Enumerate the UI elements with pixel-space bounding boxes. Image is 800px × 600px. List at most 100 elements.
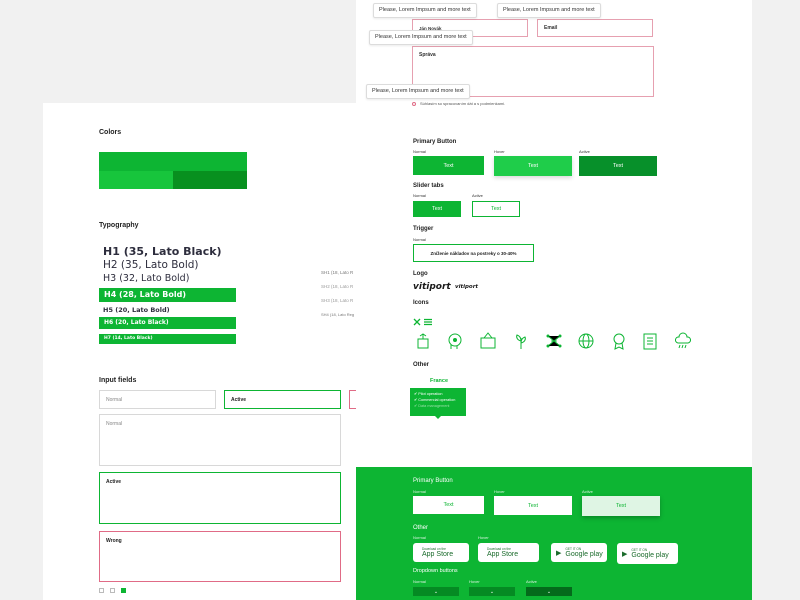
typography-heading: Typography bbox=[99, 222, 139, 229]
trigger-heading: Trigger bbox=[413, 226, 434, 232]
primary-button-hover[interactable]: Text bbox=[494, 156, 572, 176]
heading-h5-sample: H5 (20, Lato Bold) bbox=[103, 306, 170, 314]
white-button-normal[interactable]: Text bbox=[413, 496, 484, 514]
menu-option-3[interactable]: ✔ Data management bbox=[414, 403, 462, 409]
dropdown-active-label: Active bbox=[526, 579, 537, 584]
menu-option-1-label: Pilot operation bbox=[418, 392, 443, 396]
menu-option-3-label: Data management bbox=[418, 404, 450, 408]
play-icon: ▶ bbox=[556, 549, 562, 557]
menu-icon bbox=[424, 318, 432, 326]
checklist-icon bbox=[643, 333, 657, 350]
checkbox-unchecked-1[interactable] bbox=[99, 588, 104, 593]
subheading-sh2-sample: SH2 (18, Lato R bbox=[321, 284, 354, 289]
textarea-wrong[interactable]: Wrong bbox=[99, 531, 341, 582]
chevron-down-icon: ⌄ bbox=[433, 588, 439, 595]
white-button-active[interactable]: Text bbox=[582, 496, 660, 516]
slider-normal-label: Normal bbox=[413, 193, 426, 198]
logo-small: vitiport bbox=[455, 284, 479, 290]
slider-tabs-heading: Slider tabs bbox=[413, 183, 444, 189]
dropdown-buttons-heading: Dropdown buttons bbox=[413, 568, 458, 574]
googleplay-text: GET IT ON Google play bbox=[565, 547, 603, 558]
green-other-heading: Other bbox=[413, 525, 429, 531]
primary-button-heading: Primary Button bbox=[413, 139, 457, 145]
primary-hover-label: Hover bbox=[494, 149, 505, 154]
message-field-label: Správa bbox=[419, 52, 436, 58]
other-heading: Other bbox=[413, 362, 430, 368]
green-hover-label: Hover bbox=[494, 489, 505, 494]
color-swatch-dark bbox=[173, 171, 247, 189]
input-normal[interactable]: Normal bbox=[99, 390, 216, 409]
subheading-sh4-sample: SH4 (18, Lato Reg bbox=[321, 312, 355, 317]
email-field[interactable]: Email bbox=[537, 19, 653, 37]
tooltip-1: Please, Lorem Impsum and more text bbox=[373, 3, 477, 18]
dropdown-button-normal[interactable]: ⌄ bbox=[413, 587, 459, 596]
head-idea-icon bbox=[448, 333, 462, 349]
checkbox-checked[interactable] bbox=[121, 588, 126, 593]
country-label[interactable]: France bbox=[430, 378, 448, 384]
appstore-button-normal[interactable]: Download on the App Store bbox=[413, 543, 469, 562]
email-field-label: Email bbox=[544, 25, 558, 31]
color-swatch-light bbox=[99, 171, 173, 189]
tooltip-4: Please, Lorem Impsum and more text bbox=[366, 84, 470, 99]
textarea-normal[interactable]: Normal bbox=[99, 414, 341, 466]
plant-icon bbox=[516, 334, 526, 349]
subheading-sh1-sample: SH1 (18, Lato R bbox=[321, 270, 354, 275]
green-active-label: Active bbox=[582, 489, 593, 494]
appstore-text-hover: Download on the App Store bbox=[487, 547, 519, 558]
icons-heading: Icons bbox=[413, 300, 429, 306]
textarea-wrong-value: Wrong bbox=[106, 538, 122, 544]
textarea-active[interactable]: Active bbox=[99, 472, 341, 524]
cloud-rain-icon bbox=[674, 332, 692, 349]
appstore-button-hover[interactable]: Download on the App Store bbox=[478, 543, 539, 562]
input-active[interactable]: Active bbox=[224, 390, 341, 409]
slider-active-label: Active bbox=[472, 193, 483, 198]
tooltip-3: Please, Lorem Impsum and more text bbox=[369, 30, 473, 45]
play-icon: ▶ bbox=[622, 550, 628, 558]
network-icon bbox=[546, 334, 562, 348]
slider-tab-active[interactable]: Text bbox=[472, 201, 520, 217]
globe-icon bbox=[578, 333, 594, 349]
primary-normal-label: Normal bbox=[413, 149, 426, 154]
dropdown-normal-label: Normal bbox=[413, 579, 426, 584]
primary-active-label: Active bbox=[579, 149, 590, 154]
chevron-down-icon: ⌄ bbox=[546, 588, 552, 595]
store-normal-label: Normal bbox=[413, 535, 426, 540]
heading-h7-sample: H7 (14, Lato Black) bbox=[99, 334, 236, 344]
dropdown-button-hover[interactable]: ⌄ bbox=[469, 587, 515, 596]
subheading-sh3-sample: SH3 (18, Lato R bbox=[321, 298, 354, 303]
googleplay-text-hover: GET IT ON Google play bbox=[631, 548, 669, 559]
dropdown-hover-label: Hover bbox=[469, 579, 480, 584]
appstore-text: Download on the App Store bbox=[422, 547, 454, 558]
green-primary-heading: Primary Button bbox=[413, 478, 453, 484]
dropdown-button-active[interactable]: ⌄ bbox=[526, 587, 572, 596]
tooltip-2: Please, Lorem Impsum and more text bbox=[497, 3, 601, 18]
primary-button-active[interactable]: Text bbox=[579, 156, 657, 176]
logo-heading: Logo bbox=[413, 271, 428, 277]
textarea-normal-placeholder: Normal bbox=[106, 421, 123, 427]
country-dropdown-menu: ✔ Pilot operation ✔ Commercial operation… bbox=[410, 388, 466, 416]
store-hover-label: Hover bbox=[478, 535, 489, 540]
heading-h6-sample: H6 (20, Lato Black) bbox=[99, 317, 236, 329]
googleplay-button-hover[interactable]: ▶ GET IT ON Google play bbox=[617, 543, 678, 564]
googleplay-button-normal[interactable]: ▶ GET IT ON Google play bbox=[551, 543, 607, 562]
hand-plant-icon bbox=[417, 333, 429, 349]
primary-button-normal[interactable]: Text bbox=[413, 156, 484, 175]
input-active-value: Active bbox=[231, 397, 247, 403]
trigger-button[interactable]: Zníženie nákladov na postreky o 30-40% bbox=[413, 244, 534, 262]
trigger-normal-label: Normal bbox=[413, 237, 426, 242]
white-button-hover[interactable]: Text bbox=[494, 496, 572, 515]
slider-tab-normal[interactable]: Text bbox=[413, 201, 461, 217]
check-cross-icon bbox=[413, 318, 421, 326]
heading-h2-sample: H2 (35, Lato Bold) bbox=[103, 259, 199, 271]
checkbox-unchecked-2[interactable] bbox=[110, 588, 115, 593]
inputs-heading: Input fields bbox=[99, 377, 137, 384]
textarea-active-value: Active bbox=[106, 479, 122, 485]
green-normal-label: Normal bbox=[413, 489, 426, 494]
heading-h1-sample: H1 (35, Lato Black) bbox=[103, 245, 222, 258]
heading-h3-sample: H3 (32, Lato Bold) bbox=[103, 273, 190, 284]
dropdown-arrow bbox=[435, 416, 441, 419]
menu-option-2-label: Commercial operation bbox=[418, 398, 456, 402]
consent-checkbox[interactable] bbox=[412, 102, 416, 106]
color-swatch-main bbox=[99, 152, 247, 171]
award-icon bbox=[613, 333, 625, 350]
